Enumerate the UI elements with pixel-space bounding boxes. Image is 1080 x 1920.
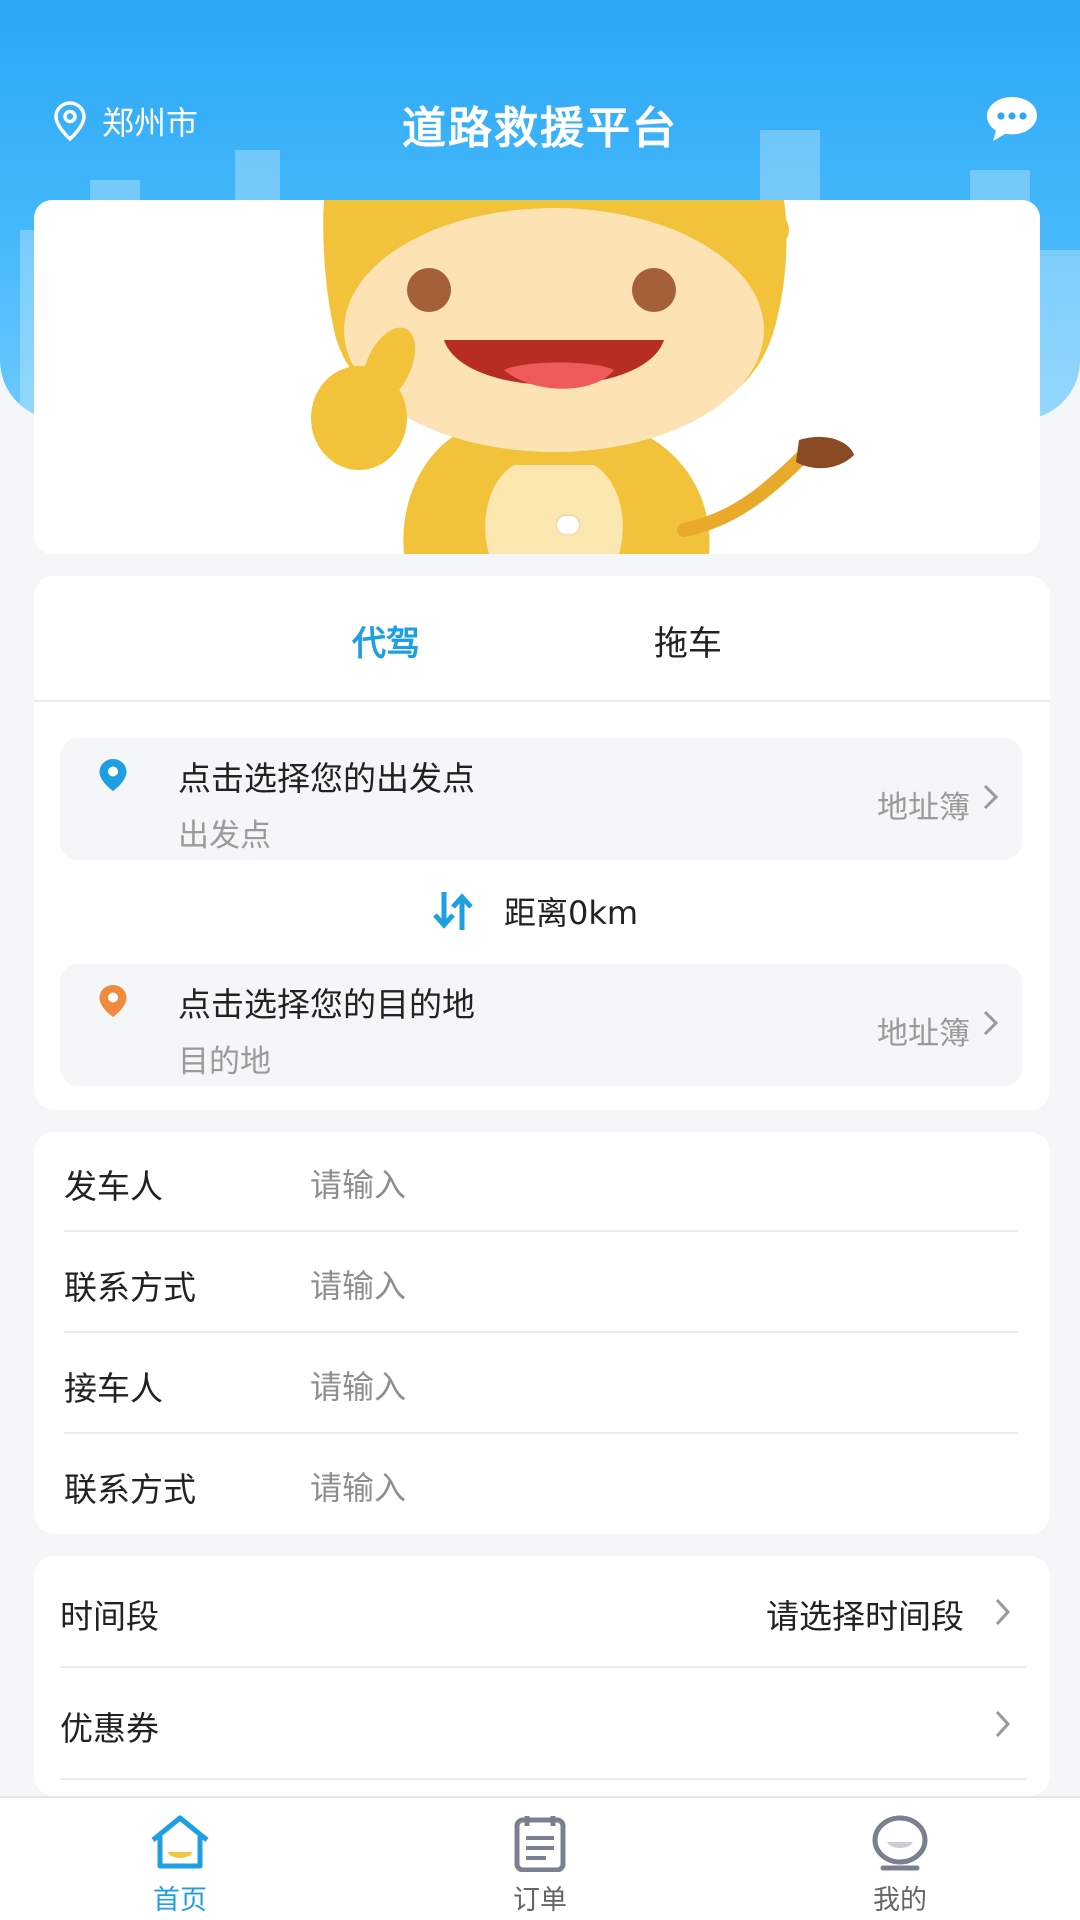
nav-label-profile: 我的 bbox=[873, 1885, 927, 1916]
chevron-right-icon bbox=[983, 784, 999, 810]
swap-arrows-icon[interactable] bbox=[430, 890, 474, 932]
order-list-icon bbox=[514, 1816, 566, 1872]
route-card: 代驾 拖车 点击选择您的出发点 出发点 地址簿 距离0km 点击选择您的目的地 … bbox=[34, 576, 1050, 1110]
distance-indicator: 距离0km bbox=[430, 888, 638, 934]
receiver-label: 接车人 bbox=[64, 1369, 163, 1408]
destination-placeholder: 目的地 bbox=[178, 1044, 271, 1080]
top-bar: 郑州市 道路救援平台 bbox=[0, 80, 1080, 160]
tab-tow-truck[interactable]: 拖车 bbox=[654, 616, 722, 665]
sender-phone-label: 联系方式 bbox=[64, 1268, 196, 1307]
sender-label: 发车人 bbox=[64, 1167, 163, 1206]
origin-pin-icon bbox=[99, 759, 127, 791]
bottom-navigation: 首页 订单 我的 bbox=[0, 1796, 1080, 1920]
origin-selector[interactable]: 点击选择您的出发点 出发点 地址簿 bbox=[60, 738, 1022, 860]
service-tabs: 代驾 拖车 bbox=[34, 576, 1050, 702]
receiver-phone-label: 联系方式 bbox=[64, 1470, 196, 1509]
destination-prompt: 点击选择您的目的地 bbox=[178, 985, 475, 1024]
receiver-input[interactable]: 请输入 bbox=[310, 1362, 406, 1408]
time-slot-label: 时间段 bbox=[60, 1597, 159, 1636]
chevron-right-icon bbox=[983, 1010, 999, 1036]
nav-item-orders[interactable]: 订单 bbox=[470, 1814, 610, 1916]
distance-text: 距离0km bbox=[504, 894, 639, 932]
receiver-row: 接车人 请输入 bbox=[64, 1334, 1018, 1434]
time-slot-value: 请选择时间段 bbox=[766, 1597, 964, 1636]
nav-label-orders: 订单 bbox=[513, 1885, 567, 1916]
contacts-card: 发车人 请输入 联系方式 请输入 接车人 请输入 联系方式 请输入 bbox=[34, 1132, 1050, 1534]
tab-designated-driver[interactable]: 代驾 bbox=[352, 616, 420, 665]
destination-pin-icon bbox=[99, 985, 127, 1017]
receiver-phone-row: 联系方式 请输入 bbox=[64, 1435, 1018, 1535]
receiver-phone-input[interactable]: 请输入 bbox=[310, 1463, 406, 1509]
page-title: 道路救援平台 bbox=[402, 103, 678, 154]
time-slot-row[interactable]: 时间段 请选择时间段 bbox=[60, 1556, 1026, 1668]
nav-label-home: 首页 bbox=[153, 1885, 207, 1916]
cow-mascot-image bbox=[311, 200, 854, 554]
coupon-row[interactable]: 优惠券 bbox=[60, 1668, 1026, 1780]
chevron-right-icon bbox=[995, 1710, 1011, 1738]
home-icon bbox=[151, 1815, 209, 1869]
sender-phone-input[interactable]: 请输入 bbox=[310, 1261, 406, 1307]
nav-item-profile[interactable]: 我的 bbox=[830, 1814, 970, 1916]
destination-selector[interactable]: 点击选择您的目的地 目的地 地址簿 bbox=[60, 964, 1022, 1086]
profile-icon bbox=[872, 1815, 928, 1871]
origin-placeholder: 出发点 bbox=[178, 818, 271, 854]
sender-row: 发车人 请输入 bbox=[64, 1132, 1018, 1232]
promo-banner[interactable] bbox=[34, 200, 1040, 554]
destination-address-book-link[interactable]: 地址簿 bbox=[877, 1008, 970, 1053]
carousel-indicator[interactable] bbox=[557, 516, 579, 534]
coupon-label: 优惠券 bbox=[60, 1709, 159, 1748]
origin-prompt: 点击选择您的出发点 bbox=[178, 759, 475, 798]
sender-phone-row: 联系方式 请输入 bbox=[64, 1233, 1018, 1333]
chat-bubble-icon[interactable] bbox=[984, 94, 1040, 144]
nav-item-home[interactable]: 首页 bbox=[110, 1814, 250, 1916]
origin-address-book-link[interactable]: 地址簿 bbox=[877, 782, 970, 827]
chevron-right-icon bbox=[995, 1598, 1011, 1626]
sender-input[interactable]: 请输入 bbox=[310, 1160, 406, 1206]
options-card: 时间段 请选择时间段 优惠券 bbox=[34, 1556, 1050, 1796]
